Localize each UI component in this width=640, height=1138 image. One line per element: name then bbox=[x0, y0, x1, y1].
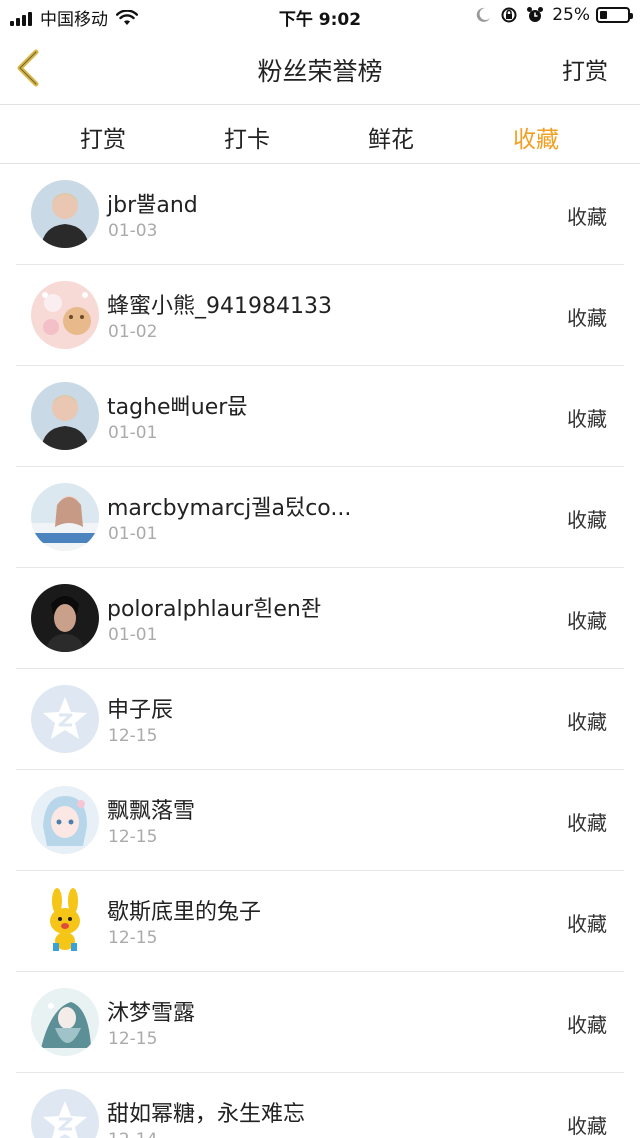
avatar[interactable] bbox=[31, 382, 99, 450]
user-name: 甜如幂糖，永生难忘 bbox=[107, 1102, 306, 1127]
tab-flowers[interactable]: 鲜花 bbox=[331, 120, 451, 154]
item-type-label: 收藏 bbox=[567, 710, 607, 734]
user-name: poloralphlaur흰en좐 bbox=[107, 597, 322, 622]
avatar[interactable] bbox=[31, 988, 99, 1056]
item-type-label: 收藏 bbox=[567, 811, 607, 835]
user-name: marcbymarcj궬a텄co... bbox=[107, 496, 352, 521]
list-item[interactable]: 甜如幂糖，永生难忘 12-14 收藏 bbox=[16, 1073, 624, 1138]
item-type-label: 收藏 bbox=[567, 407, 607, 431]
user-name: jbr뿔and bbox=[107, 193, 198, 218]
avatar[interactable] bbox=[31, 1089, 99, 1138]
fan-list: jbr뿔and 01-03 收藏 蜂蜜小熊_941984133 01-02 收藏 taghe… bbox=[0, 164, 640, 1138]
rotation-lock-icon bbox=[501, 7, 517, 23]
tab-favorites[interactable]: 收藏 bbox=[476, 120, 596, 154]
moon-icon bbox=[476, 7, 491, 22]
avatar[interactable] bbox=[31, 685, 99, 753]
item-type-label: 收藏 bbox=[567, 205, 607, 229]
item-date: 12-15 bbox=[108, 726, 158, 746]
item-date: 01-03 bbox=[108, 221, 158, 241]
item-date: 12-14 bbox=[108, 1130, 157, 1138]
avatar[interactable] bbox=[31, 281, 99, 349]
status-bar-right: 25% bbox=[466, 5, 633, 25]
avatar[interactable] bbox=[31, 180, 99, 248]
list-item[interactable]: 蜂蜜小熊_941984133 01-02 收藏 bbox=[16, 265, 624, 366]
tab-reward[interactable]: 打赏 bbox=[43, 120, 163, 154]
item-date: 01-01 bbox=[108, 423, 158, 443]
item-date: 01-01 bbox=[108, 524, 158, 544]
item-type-label: 收藏 bbox=[567, 508, 607, 532]
list-item[interactable]: marcbymarcj궬a텄co... 01-01 收藏 bbox=[16, 467, 624, 568]
avatar[interactable] bbox=[31, 483, 99, 551]
user-name: 沐梦雪露 bbox=[107, 1001, 196, 1026]
battery-icon bbox=[596, 7, 633, 23]
list-item[interactable]: 申子辰 12-15 收藏 bbox=[16, 669, 624, 770]
list-item[interactable]: 歇斯底里的兔子 12-15 收藏 bbox=[16, 871, 624, 972]
item-date: 01-01 bbox=[108, 625, 158, 645]
tab-checkin[interactable]: 打卡 bbox=[187, 120, 307, 154]
avatar[interactable] bbox=[31, 584, 99, 652]
item-type-label: 收藏 bbox=[567, 306, 607, 330]
item-type-label: 收藏 bbox=[567, 1114, 607, 1138]
user-name: 蜂蜜小熊_941984133 bbox=[107, 294, 332, 319]
user-name: taghe뻐uer믒 bbox=[107, 395, 248, 420]
battery-percent: 25% bbox=[552, 5, 590, 25]
item-date: 12-15 bbox=[108, 827, 158, 847]
navigation-bar: 粉丝荣誉榜 打赏 bbox=[0, 34, 640, 105]
item-type-label: 收藏 bbox=[567, 609, 607, 633]
user-name: 飘飘落雪 bbox=[107, 799, 196, 824]
list-item[interactable]: taghe뻐uer믒 01-01 收藏 bbox=[16, 366, 624, 467]
reward-button[interactable]: 打赏 bbox=[562, 52, 608, 86]
item-date: 12-15 bbox=[108, 928, 158, 948]
list-item[interactable]: jbr뿔and 01-03 收藏 bbox=[16, 164, 624, 265]
item-type-label: 收藏 bbox=[567, 912, 607, 936]
page-title: 粉丝荣誉榜 bbox=[257, 57, 383, 86]
alarm-icon bbox=[527, 7, 544, 22]
list-item[interactable]: 沐梦雪露 12-15 收藏 bbox=[16, 972, 624, 1073]
tab-bar: 打赏 打卡 鲜花 收藏 bbox=[0, 105, 640, 164]
battery-level-fill bbox=[600, 11, 607, 19]
list-item[interactable]: poloralphlaur흰en좐 01-01 收藏 bbox=[16, 568, 624, 669]
user-name: 歇斯底里的兔子 bbox=[107, 900, 262, 925]
avatar[interactable] bbox=[31, 887, 99, 955]
status-bar: 中国移动 下午 9:02 25% bbox=[0, 0, 640, 34]
item-type-label: 收藏 bbox=[567, 1013, 607, 1037]
list-item[interactable]: 飘飘落雪 12-15 收藏 bbox=[16, 770, 624, 871]
user-name: 申子辰 bbox=[107, 698, 174, 723]
item-date: 12-15 bbox=[108, 1029, 158, 1049]
item-date: 01-02 bbox=[108, 322, 158, 342]
avatar[interactable] bbox=[31, 786, 99, 854]
